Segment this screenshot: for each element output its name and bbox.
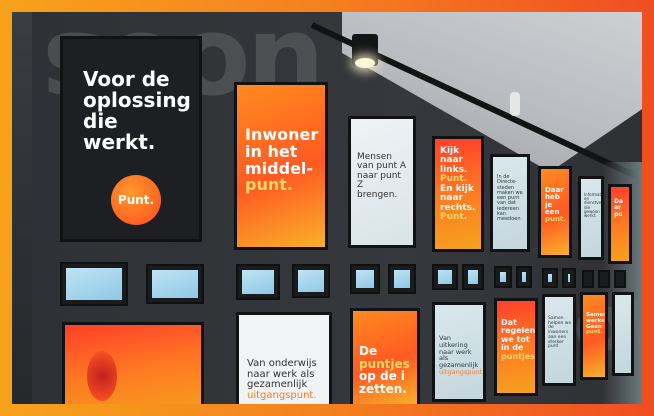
poster-line: puntjes [501,351,535,361]
tablet-screen[interactable] [542,268,558,288]
poster-far-right [612,292,634,376]
poster-text: Samen helpen we de inwoners aan een ster… [548,316,572,350]
poster-line: punt. [545,215,566,224]
poster-line: Van onderwijs [247,358,317,369]
tablet-screen[interactable] [236,264,280,300]
poster-line: zetten. [359,381,407,396]
tablet-screen[interactable] [462,264,484,290]
poster-graphic [87,351,117,401]
poster-line: uitgangspunt. [439,368,485,377]
tablet-screen[interactable] [494,266,512,288]
poster-line: Voor de [83,67,170,91]
poster-line: uitgangspunt. [247,389,317,401]
poster-text: Informatie-en dienstverlening die gewoon… [584,192,604,218]
tablet-screen[interactable] [516,266,532,288]
poster-line: naar werk als [439,347,472,363]
tablet-screen[interactable] [562,268,576,288]
tablet-screen[interactable] [388,264,416,294]
poster-daar-heb-je: Daar heb je een punt. [538,166,572,258]
tablet-screen[interactable] [146,264,204,304]
tablet-screen[interactable] [598,270,610,288]
poster-line: punt. [586,329,603,336]
tablet-screen[interactable] [614,270,626,288]
poster-informatie: Informatie-en dienstverlening die gewoon… [578,176,604,260]
punt-badge: Punt. [111,175,161,225]
poster-line: oplossing [83,88,191,112]
poster-line: gezamenlijk [247,379,308,390]
poster-line: brengen. [357,189,398,200]
poster-line: Van uitkering [439,334,468,349]
poster-line: op de i [359,369,406,384]
tablet-screen[interactable] [60,262,128,306]
poster-samen-helpen: Samen helpen we de inwoners aan een ster… [542,294,576,386]
tablet-screen[interactable] [582,270,594,288]
punt-badge-label: Punt. [117,193,155,207]
poster-text: In de Directe-steden maken we een punt v… [497,174,523,222]
poster-line: die werkt. [83,109,156,154]
tablet-screen[interactable] [432,264,458,290]
tablet-screen[interactable] [292,264,330,298]
poster-line: naar links. [440,155,468,175]
poster-mensen: Mensen van punt A naar punt Z brengen. [348,116,416,248]
poster-line: naar punt Z [357,170,401,191]
poster-van-onderwijs: Van onderwijs naar werk als gezamenlijk … [236,312,332,404]
tablet-screen[interactable] [350,264,380,294]
poster-inwoner: Inwoner in het middel- punt. [234,82,328,250]
photo: soon on Voor de oplossing die werkt. Pun… [12,12,642,404]
poster-de-puntjes: De puntjes op de i zetten. [350,308,420,404]
poster-directe-steden: In de Directe-steden maken we een punt v… [490,154,530,252]
poster-voor-de-oplossing: Voor de oplossing die werkt. Punt. [60,36,202,242]
ceiling-sensor [510,92,520,116]
spotlight-glow [355,58,375,68]
poster-dat-regelen: Dat regelen we tot in de puntjes [494,298,538,396]
poster-bottom-left [62,322,204,404]
poster-line: De [359,344,378,358]
poster-line: heb je [545,193,560,209]
poster-samenwerken: Samen- werken? Geen punt. [580,292,608,380]
poster-van-uitkering: Van uitkering naar werk als gezamenlijk … [432,302,486,402]
poster-line: pu [614,210,623,218]
poster-line: Punt. [440,212,468,223]
poster-line: punt. [245,175,293,195]
poster-daar-punt-partial: Da ar pu [608,184,632,264]
poster-kijk-naar-links: Kijk naar links. Punt. En kijk naar rech… [432,136,484,252]
